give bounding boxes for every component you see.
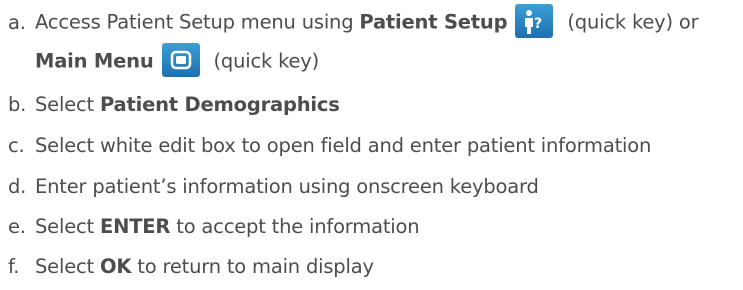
- step-marker: a.: [8, 10, 26, 34]
- step-text: (quick key): [213, 49, 320, 73]
- svg-text:?: ?: [534, 16, 542, 32]
- step-text: Access Patient Setup menu using: [35, 10, 354, 34]
- instruction-list: a. Access Patient Setup menu using Patien…: [0, 0, 743, 290]
- step-c: c. Select white edit box to open field an…: [8, 134, 651, 158]
- main-menu-icon: [161, 43, 200, 77]
- step-bold: OK: [99, 255, 132, 278]
- step-marker: d.: [8, 175, 27, 198]
- step-text: Select white edit box to open field and …: [35, 134, 652, 157]
- step-marker: c.: [8, 134, 25, 157]
- patient-setup-icon: ?: [515, 4, 554, 38]
- step-b: b. Select Patient Demographics: [8, 93, 340, 117]
- step-marker: e.: [8, 215, 26, 238]
- step-text: Select: [35, 255, 94, 278]
- step-marker: b.: [8, 93, 27, 116]
- step-bold: ENTER: [99, 215, 171, 238]
- step-f: f. Select OK to return to main display: [8, 255, 374, 279]
- step-a-continued: Main Menu (quick key): [35, 43, 320, 79]
- step-bold: Patient Demographics: [99, 93, 340, 116]
- step-bold: Patient Setup: [359, 10, 508, 34]
- step-text: to return to main display: [137, 255, 374, 278]
- step-text: Select: [35, 215, 94, 238]
- step-marker: f.: [8, 255, 20, 278]
- step-text: Select: [35, 93, 94, 116]
- step-a: a. Access Patient Setup menu using Patien…: [8, 4, 699, 40]
- step-text: (quick key) or: [567, 10, 699, 34]
- step-e: e. Select ENTER to accept the information: [8, 215, 420, 239]
- step-text: Enter patient’s information using onscre…: [35, 175, 539, 198]
- step-d: d. Enter patient’s information using onsc…: [8, 175, 539, 199]
- step-bold: Main Menu: [35, 49, 154, 73]
- step-text: to accept the information: [176, 215, 420, 238]
